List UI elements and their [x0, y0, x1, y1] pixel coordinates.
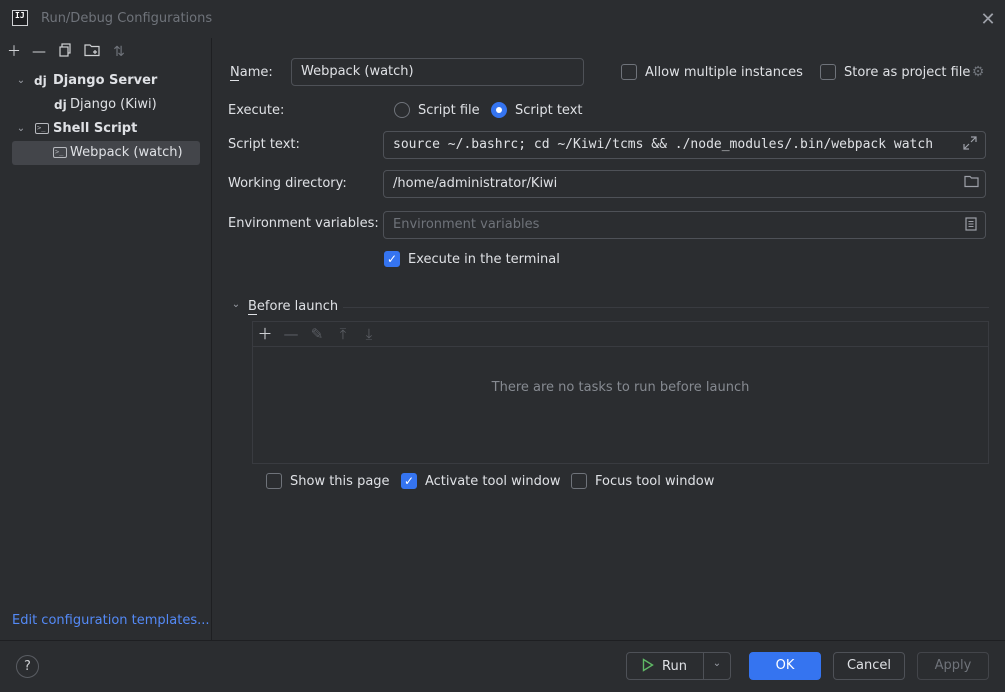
script-text-radio[interactable] [491, 102, 507, 118]
env-label: Environment variables: [228, 216, 379, 231]
chevron-down-icon[interactable]: ⌄ [14, 117, 28, 141]
expand-icon[interactable] [961, 136, 979, 154]
cancel-button[interactable]: Cancel [833, 652, 905, 680]
empty-tasks-message: There are no tasks to run before launch [491, 380, 750, 395]
tree-item-label: Django (Kiwi) [70, 97, 157, 112]
move-up-icon[interactable]: ⤒ [334, 325, 352, 343]
allow-multiple-label: Allow multiple instances [645, 65, 803, 80]
apply-button[interactable]: Apply [917, 652, 989, 680]
new-folder-icon[interactable] [83, 43, 101, 61]
split-divider [703, 653, 704, 679]
close-icon[interactable]: ✕ [978, 10, 998, 30]
folder-icon[interactable] [962, 175, 980, 192]
chevron-down-icon[interactable]: ⌄ [707, 658, 727, 669]
name-input[interactable]: Webpack (watch) [291, 58, 584, 86]
name-label: Name: [230, 65, 273, 80]
allow-multiple-checkbox[interactable] [621, 64, 637, 80]
exec-terminal-checkbox[interactable]: ✓ [384, 251, 400, 267]
tree-item-shell-script[interactable]: ⌄ >_ Shell Script [12, 117, 200, 141]
app-logo-icon: IJ [12, 10, 28, 26]
focus-tool-label: Focus tool window [595, 474, 715, 489]
mnemonic-underline [230, 80, 239, 81]
play-icon [642, 658, 656, 674]
chevron-down-icon[interactable]: ⌄ [14, 69, 28, 93]
script-file-label: Script file [418, 103, 480, 118]
copy-icon[interactable] [56, 43, 74, 61]
django-icon: dj [34, 74, 47, 88]
remove-task-icon[interactable]: — [282, 325, 300, 343]
store-project-checkbox[interactable] [820, 64, 836, 80]
django-icon: dj [54, 98, 67, 112]
exec-terminal-label: Execute in the terminal [408, 252, 560, 267]
store-project-label: Store as project file [844, 65, 971, 80]
tree-item-label: Django Server [53, 73, 158, 88]
activate-tool-checkbox[interactable]: ✓ [401, 473, 417, 489]
working-dir-input[interactable]: /home/administrator/Kiwi [383, 170, 986, 198]
add-icon[interactable]: ＋ [5, 43, 23, 61]
script-text-label: Script text: [228, 137, 300, 152]
tree-item-django-kiwi[interactable]: dj Django (Kiwi) [12, 93, 200, 117]
before-launch-title[interactable]: Before launch [248, 299, 338, 314]
execute-label: Execute: [228, 103, 285, 118]
move-down-icon[interactable]: ⤓ [360, 325, 378, 343]
show-page-label: Show this page [290, 474, 390, 489]
section-divider [343, 307, 989, 308]
focus-tool-checkbox[interactable] [571, 473, 587, 489]
script-text-radio-label: Script text [515, 103, 583, 118]
script-file-radio[interactable] [394, 102, 410, 118]
add-task-icon[interactable]: ＋ [256, 325, 274, 343]
run-label: Run [662, 659, 687, 674]
sort-icon[interactable]: ⇅ [110, 43, 128, 61]
tree-item-label: Shell Script [53, 121, 138, 136]
terminal-icon: >_ [35, 117, 52, 141]
tree-item-label: Webpack (watch) [70, 145, 183, 160]
tree-item-django-server[interactable]: ⌄ dj Django Server [12, 69, 200, 93]
footer-divider [0, 640, 1005, 641]
activate-tool-label: Activate tool window [425, 474, 561, 489]
working-dir-label: Working directory: [228, 176, 347, 191]
mnemonic-underline [248, 314, 257, 315]
terminal-icon: >_ [53, 141, 70, 165]
chevron-down-icon[interactable]: ⌄ [229, 299, 243, 310]
ok-button[interactable]: OK [749, 652, 821, 680]
tree-item-webpack-watch[interactable]: >_ Webpack (watch) [12, 141, 200, 165]
show-page-checkbox[interactable] [266, 473, 282, 489]
window-title: Run/Debug Configurations [41, 11, 213, 26]
script-text-input[interactable]: source ~/.bashrc; cd ~/Kiwi/tcms && ./no… [383, 131, 986, 159]
edit-pencil-icon[interactable]: ✎ [308, 325, 326, 343]
document-icon[interactable] [962, 217, 980, 235]
env-input[interactable]: Environment variables [383, 211, 986, 239]
help-icon[interactable]: ? [16, 655, 39, 678]
edit-templates-link[interactable]: Edit configuration templates... [12, 613, 210, 628]
remove-icon[interactable]: — [30, 43, 48, 61]
gear-icon[interactable]: ⚙ [970, 64, 986, 80]
